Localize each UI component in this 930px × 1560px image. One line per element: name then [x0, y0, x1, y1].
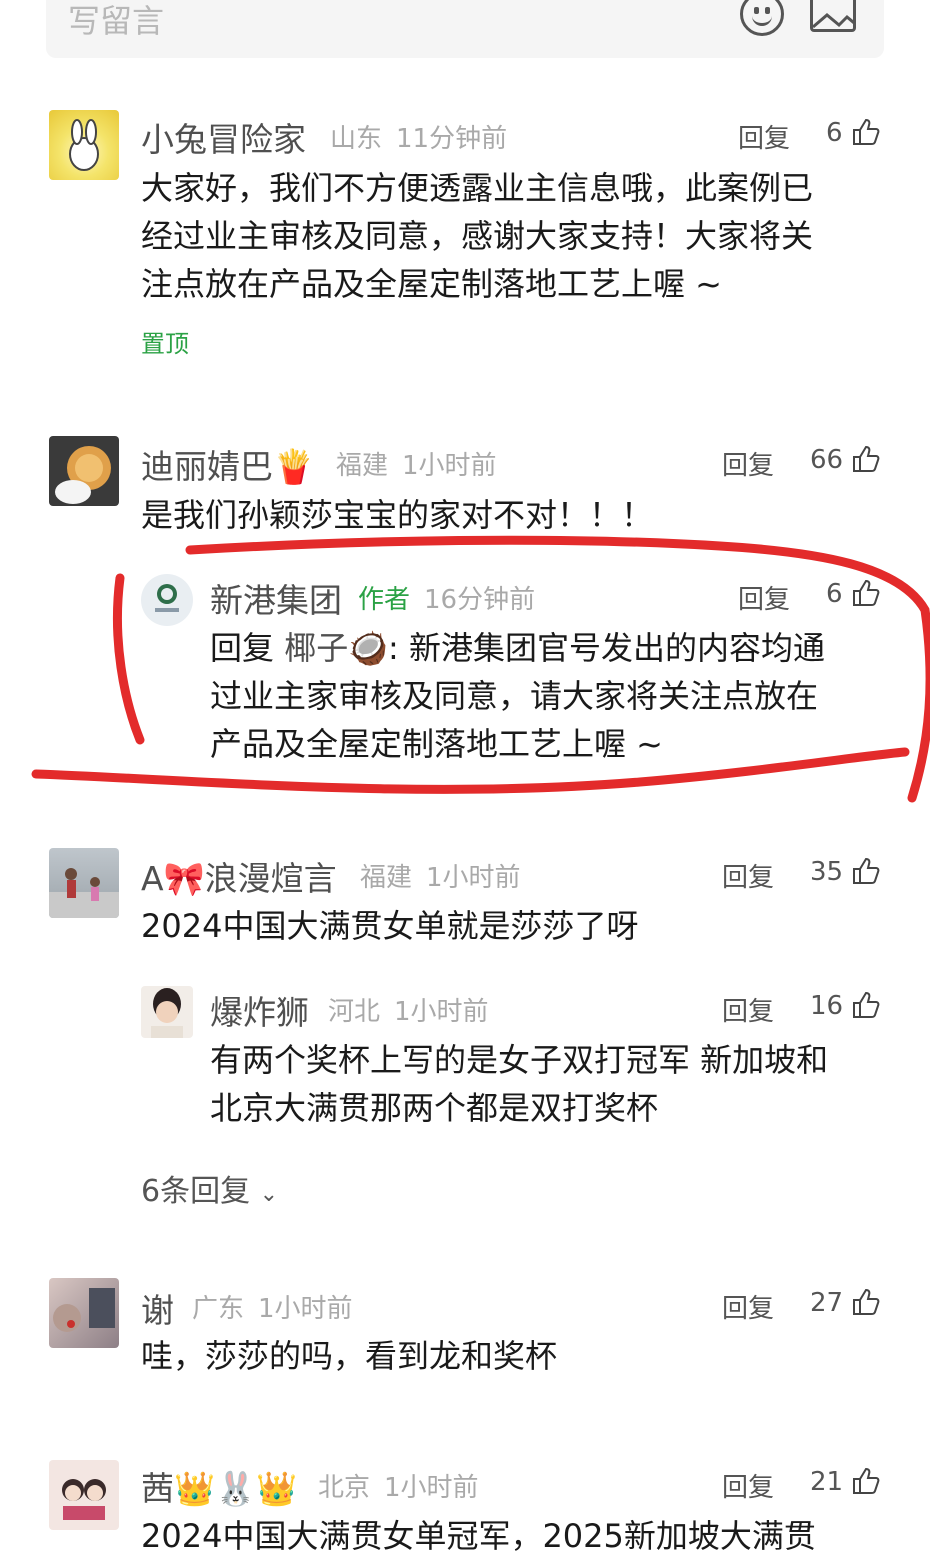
location: 广东	[192, 1294, 245, 1324]
comment-input[interactable]: 写留言	[68, 0, 164, 42]
reply-text: 回复 椰子🥥: 新港集团官号发出的内容均通 过业主家审核及同意，请大家将关注点放…	[210, 624, 890, 768]
timestamp: 16分钟前	[424, 585, 536, 615]
text-line: 产品及全屋定制落地工艺上喔 ~	[210, 725, 663, 763]
more-replies-button[interactable]: 6条回复 ⌄	[141, 1166, 278, 1210]
avatar[interactable]	[141, 574, 193, 626]
avatar[interactable]	[49, 848, 119, 918]
more-replies-label[interactable]: 6条回复	[141, 1174, 250, 1209]
like-count: 21	[810, 1467, 844, 1497]
avatar[interactable]	[49, 1278, 119, 1348]
like-count: 6	[826, 579, 843, 609]
username-text[interactable]: 浪漫煊言	[205, 859, 337, 898]
text-line: 大家好，我们不方便透露业主信息哦，此案例已	[141, 169, 814, 207]
image-icon[interactable]	[810, 0, 856, 32]
avatar[interactable]	[49, 110, 119, 180]
avatar[interactable]	[49, 1460, 119, 1530]
reply-prefix: 回复	[210, 629, 275, 667]
like-count: 27	[810, 1288, 844, 1318]
like-count: 66	[810, 445, 844, 475]
username[interactable]: 茜👑🐰👑	[141, 1462, 297, 1510]
location: 北京	[318, 1473, 371, 1503]
location: 山东	[330, 124, 383, 154]
comment-text: 2024中国大满贯女单冠军，2025新加坡大满贯	[141, 1512, 921, 1560]
timestamp: 1小时前	[258, 1294, 353, 1324]
like-count: 16	[810, 991, 844, 1021]
reply-button[interactable]: 回复	[738, 579, 790, 616]
username[interactable]: 迪丽婧巴🍟	[141, 440, 314, 488]
pinned-badge: 置顶	[141, 330, 189, 358]
text-line: 过业主家审核及同意，请大家将关注点放在	[210, 677, 819, 715]
text-line: 哇，莎莎的吗，看到龙和奖杯	[141, 1337, 558, 1375]
text-segment: : 新港集团官号发出的内容均通	[388, 629, 826, 667]
reply-button[interactable]: 回复	[722, 1467, 774, 1504]
thumbs-up-icon[interactable]	[851, 117, 881, 147]
text-line: 注点放在产品及全屋定制落地工艺上喔 ~	[141, 265, 722, 303]
avatar[interactable]	[141, 986, 193, 1038]
reply-to-user[interactable]: 椰子🥥	[284, 629, 388, 667]
reply-button[interactable]: 回复	[722, 445, 774, 482]
reply-button[interactable]: 回复	[738, 118, 790, 155]
comment-input-bar[interactable]: 写留言	[46, 0, 884, 58]
timestamp: 1小时前	[426, 863, 521, 893]
location: 福建	[336, 451, 389, 481]
thumbs-up-icon[interactable]	[851, 578, 881, 608]
timestamp: 11分钟前	[396, 124, 508, 154]
text-line: 是我们孙颖莎宝宝的家对不对！！！	[141, 496, 654, 534]
location: 福建	[360, 863, 413, 893]
like-count: 35	[810, 857, 844, 887]
reply-button[interactable]: 回复	[722, 1288, 774, 1325]
username[interactable]: 新港集团	[210, 574, 342, 622]
comment-text: 大家好，我们不方便透露业主信息哦，此案例已 经过业主审核及同意，感谢大家支持！大…	[141, 164, 901, 308]
username[interactable]: A🎀浪漫煊言	[141, 852, 337, 900]
timestamp: 1小时前	[394, 997, 489, 1027]
text-line: 有两个奖杯上写的是女子双打冠军 新加坡和	[210, 1041, 829, 1079]
username-prefix[interactable]: A	[141, 859, 164, 898]
username-text[interactable]: 茜	[141, 1469, 174, 1508]
username-text[interactable]: 迪丽婧巴	[141, 447, 273, 486]
text-line: 北京大满贯那两个都是双打奖杯	[210, 1089, 659, 1127]
chevron-down-icon[interactable]: ⌄	[260, 1182, 278, 1207]
text-line: 经过业主审核及同意，感谢大家支持！大家将关	[141, 217, 814, 255]
username[interactable]: 爆炸狮	[210, 986, 309, 1034]
comment-text: 是我们孙颖莎宝宝的家对不对！！！	[141, 491, 901, 539]
timestamp: 1小时前	[384, 1473, 479, 1503]
text-line: 2024中国大满贯女单就是莎莎了呀	[141, 907, 639, 945]
comment-text: 哇，莎莎的吗，看到龙和奖杯	[141, 1332, 901, 1380]
emoji-icon[interactable]	[740, 0, 784, 36]
timestamp: 1小时前	[402, 451, 497, 481]
thumbs-up-icon[interactable]	[851, 856, 881, 886]
bow-emoji: 🎀	[163, 859, 205, 898]
text-line: 2024中国大满贯女单冠军，2025新加坡大满贯	[141, 1517, 816, 1555]
comment-text: 2024中国大满贯女单就是莎莎了呀	[141, 902, 901, 950]
crown-bunny-emojis: 👑🐰👑	[174, 1469, 298, 1508]
text-line: 回复 椰子🥥: 新港集团官号发出的内容均通	[210, 624, 890, 672]
thumbs-up-icon[interactable]	[851, 990, 881, 1020]
avatar[interactable]	[49, 436, 119, 506]
reply-text: 有两个奖杯上写的是女子双打冠军 新加坡和 北京大满贯那两个都是双打奖杯	[210, 1036, 900, 1132]
reply-button[interactable]: 回复	[722, 991, 774, 1028]
author-badge: 作者	[358, 585, 411, 615]
username[interactable]: 谢	[141, 1284, 174, 1332]
username[interactable]: 小兔冒险家	[141, 113, 306, 161]
like-count: 6	[826, 118, 843, 148]
location: 河北	[328, 997, 381, 1027]
fries-emoji: 🍟	[273, 447, 315, 486]
reply-button[interactable]: 回复	[722, 857, 774, 894]
thumbs-up-icon[interactable]	[851, 1287, 881, 1317]
thumbs-up-icon[interactable]	[851, 444, 881, 474]
thumbs-up-icon[interactable]	[851, 1466, 881, 1496]
